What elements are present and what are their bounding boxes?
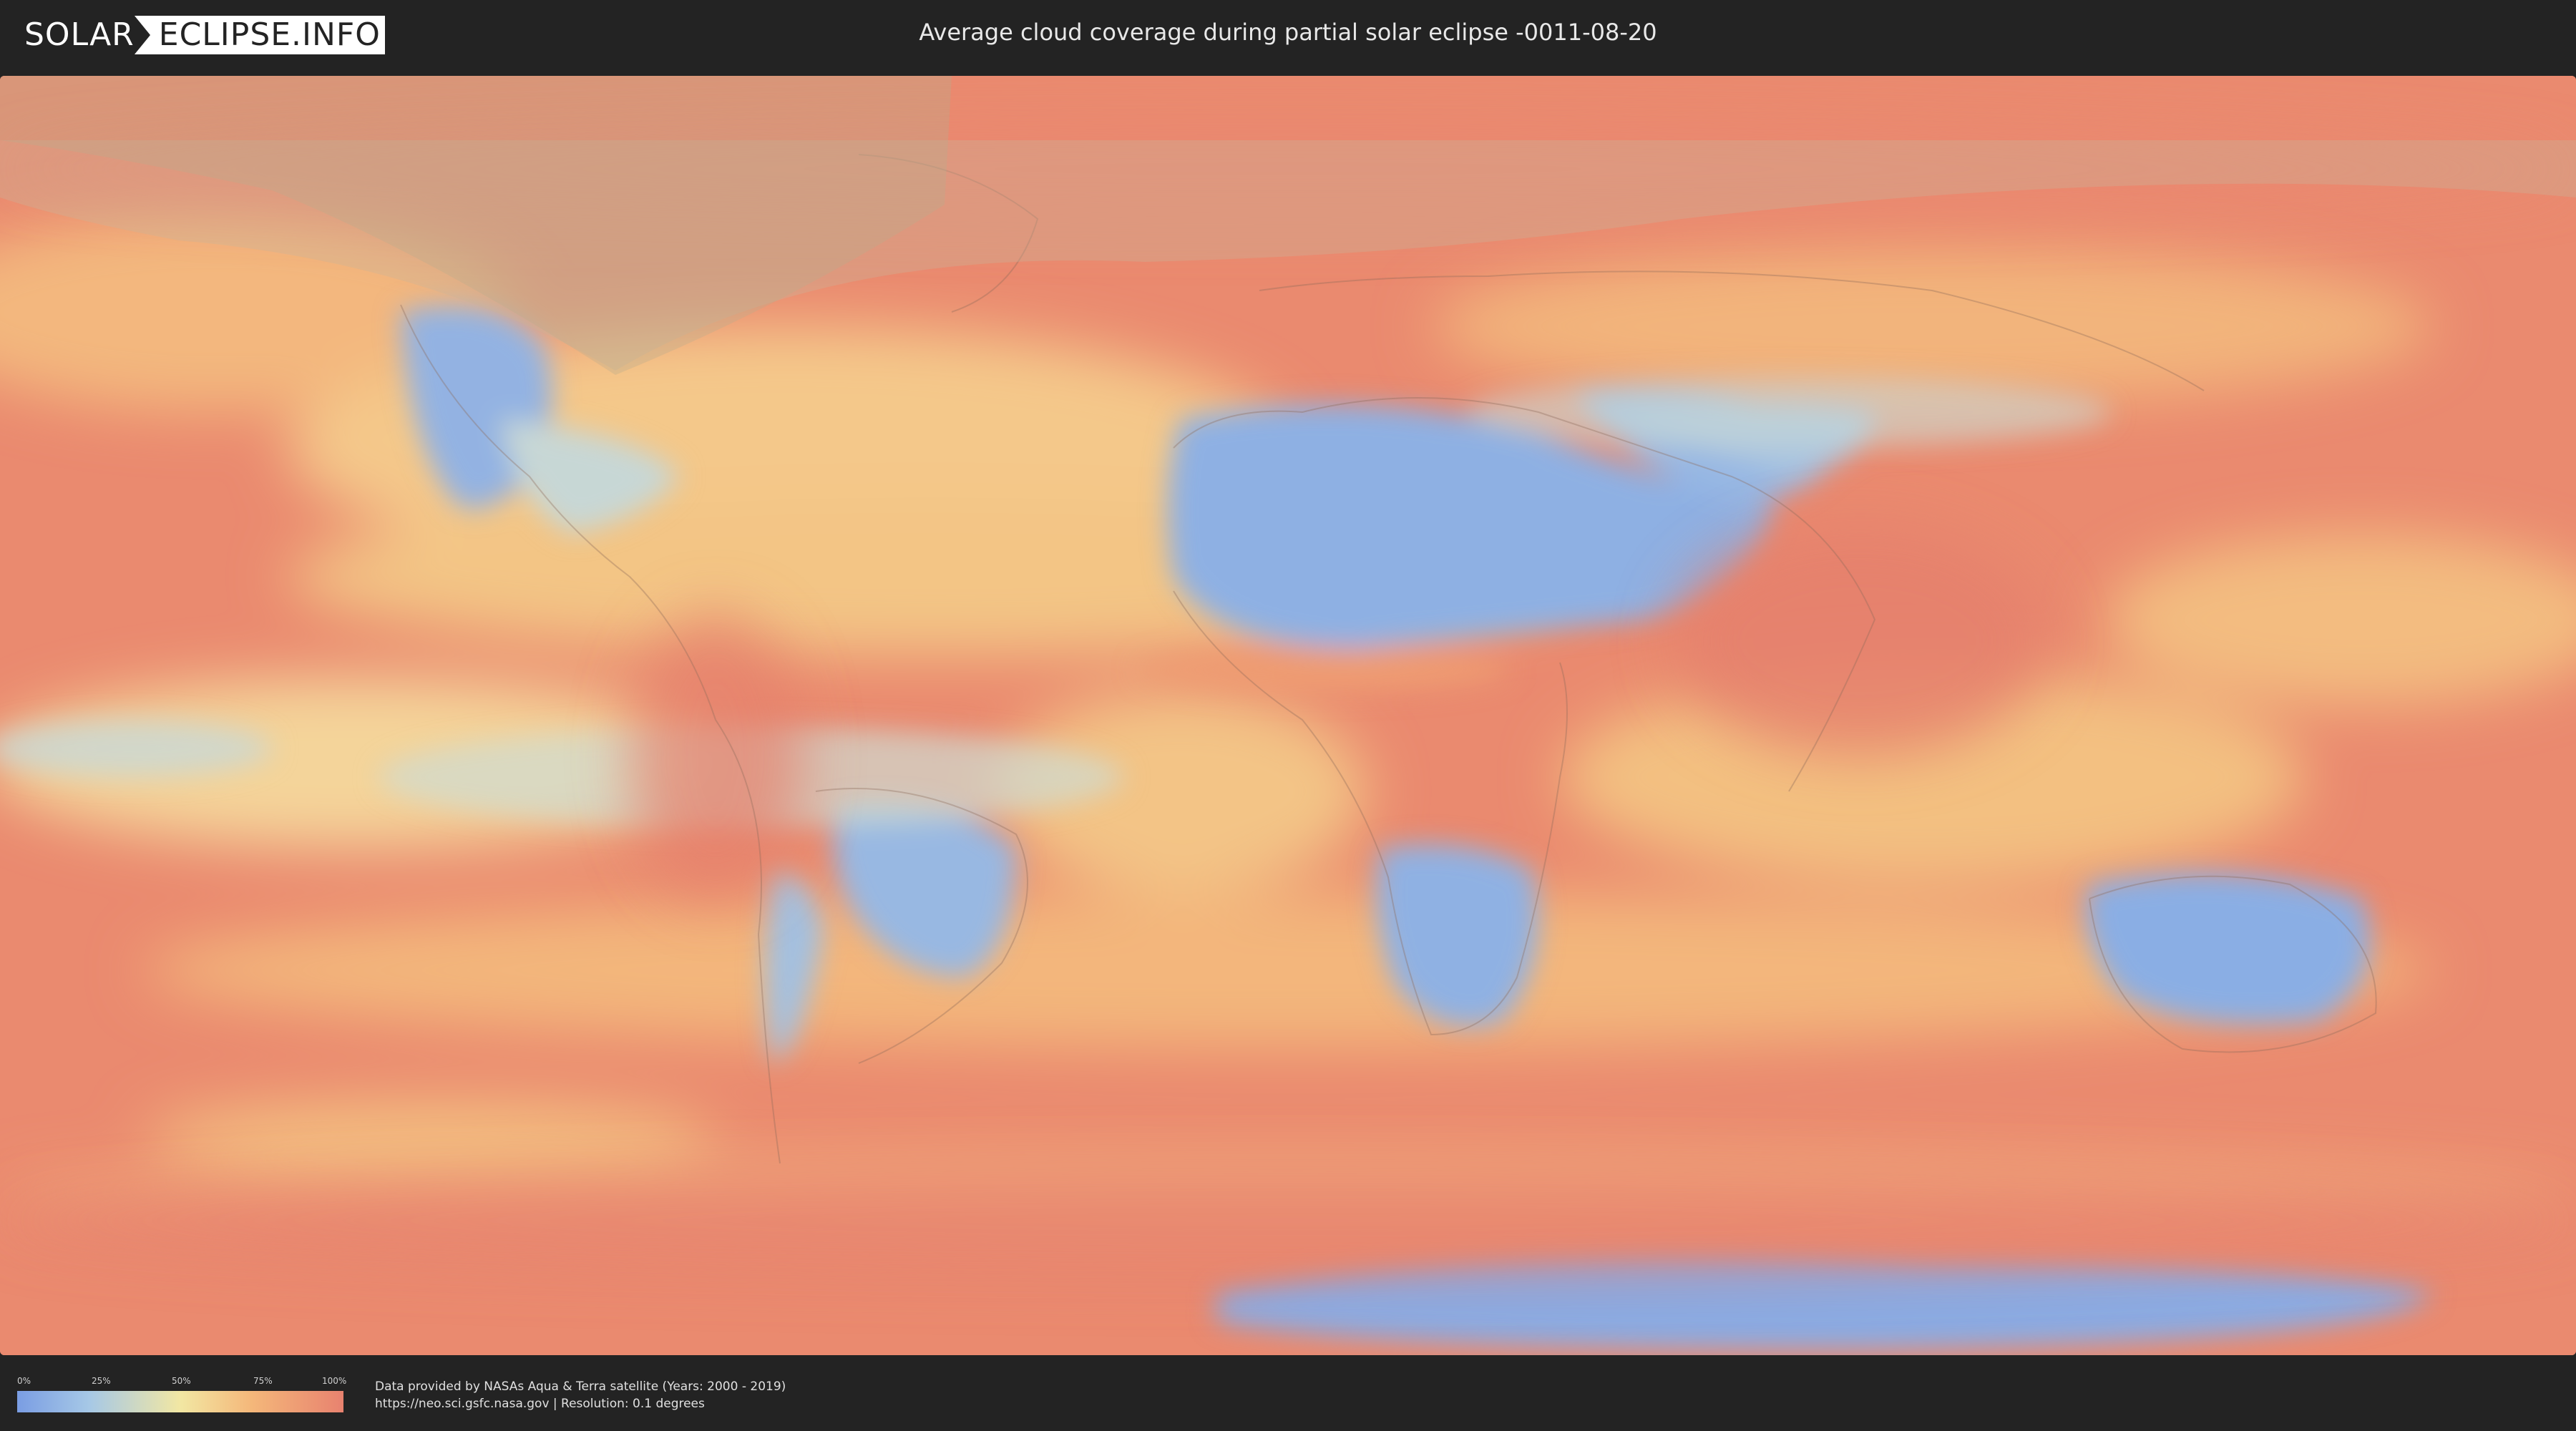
- page-title: Average cloud coverage during partial so…: [919, 19, 1657, 46]
- color-legend-bar: [17, 1391, 343, 1412]
- legend-tick-50: 50%: [172, 1376, 191, 1386]
- cloud-coverage-map[interactable]: [0, 76, 2576, 1355]
- legend-tick-100: 100%: [322, 1376, 347, 1386]
- legend-tick-75: 75%: [253, 1376, 273, 1386]
- legend-tick-0: 0%: [17, 1376, 31, 1386]
- footer-bar: [0, 1359, 2576, 1431]
- data-credit: Data provided by NASAs Aqua & Terra sate…: [375, 1379, 786, 1394]
- header-bar: SOLAR ECLIPSE.INFO Average cloud coverag…: [0, 0, 2576, 72]
- data-source-link[interactable]: https://neo.sci.gsfc.nasa.gov | Resoluti…: [375, 1397, 705, 1411]
- map-canvas: [0, 76, 2576, 1355]
- legend-tick-25: 25%: [92, 1376, 111, 1386]
